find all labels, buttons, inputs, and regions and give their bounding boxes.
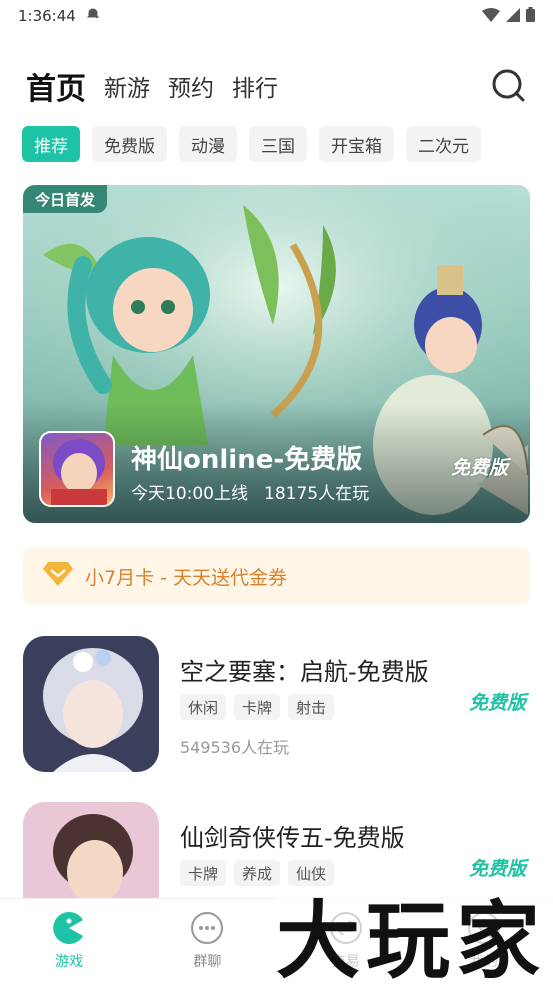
wifi-icon (482, 7, 500, 26)
game-tag: 养成 (234, 860, 281, 886)
svg-text:玩: 玩 (366, 892, 450, 984)
free-version-badge: 免费版 (468, 858, 526, 880)
chip-treasure-box[interactable]: 开宝箱 (319, 126, 394, 162)
game-tags: 休闲 卡牌 射击 (180, 694, 335, 720)
banner-subtitle: 今天10:00上线 18175人在玩 (131, 479, 369, 504)
free-version-badge: 免费版 (450, 457, 508, 479)
banner-launch-time: 今天10:00上线 (131, 484, 248, 504)
svg-text:大: 大 (276, 892, 360, 984)
bottom-nav-label: 游戏 (55, 954, 84, 970)
bottom-nav-games[interactable]: 游戏 (0, 899, 138, 984)
tab-rankings[interactable]: 排行 (232, 69, 278, 103)
game-tags: 卡牌 养成 仙侠 (180, 860, 335, 886)
search-icon[interactable] (491, 68, 527, 104)
game-tag: 卡牌 (180, 860, 227, 886)
tab-reservations[interactable]: 预约 (168, 69, 214, 103)
game-list-item[interactable]: 空之要塞：启航-免费版 休闲 卡牌 射击 549536人在玩 免费版 (23, 636, 530, 772)
chat-bubble-icon (191, 912, 224, 944)
promo-text: 小7月卡 - 天天送代金券 (85, 566, 288, 589)
chip-three-kingdoms[interactable]: 三国 (249, 126, 307, 162)
banner-title: 神仙online-免费版 (131, 445, 363, 475)
game-players: 549536人在玩 (180, 738, 290, 757)
notification-icon (86, 7, 100, 25)
game-tag: 射击 (288, 694, 335, 720)
diamond-icon (43, 562, 73, 590)
banner-game-icon (39, 431, 115, 507)
watermark-logo: 大 玩 家 (276, 888, 553, 984)
game-tag: 休闲 (180, 694, 227, 720)
top-nav: 首页 新游 预约 排行 (26, 62, 533, 110)
game-tag: 仙侠 (288, 860, 335, 886)
featured-banner[interactable]: 今日首发 神仙online-免费版 今天10:00上线 18175人在玩 免费版 (23, 185, 530, 523)
game-tag: 卡牌 (234, 694, 281, 720)
status-time: 1:36:44 (18, 7, 76, 25)
chip-anime[interactable]: 动漫 (179, 126, 237, 162)
chip-recommended[interactable]: 推荐 (22, 126, 80, 162)
chip-free[interactable]: 免费版 (92, 126, 167, 162)
banner-players: 18175人在玩 (264, 484, 370, 504)
status-bar: 1:36:44 (0, 0, 553, 32)
bottom-nav-group-chat[interactable]: 群聊 (138, 899, 276, 984)
tab-new-games[interactable]: 新游 (104, 69, 150, 103)
battery-icon (526, 6, 535, 26)
banner-tag: 今日首发 (23, 185, 108, 213)
chip-acg[interactable]: 二次元 (406, 126, 481, 162)
game-title: 空之要塞：启航-免费版 (180, 658, 429, 686)
svg-text:家: 家 (456, 892, 540, 984)
game-icon (23, 636, 159, 772)
pacman-icon (53, 912, 84, 944)
game-title: 仙剑奇侠传五-免费版 (180, 824, 405, 852)
signal-icon (506, 7, 520, 26)
tab-home[interactable]: 首页 (26, 64, 86, 108)
category-chips: 推荐 免费版 动漫 三国 开宝箱 二次元 (22, 126, 481, 162)
free-version-badge: 免费版 (468, 692, 526, 714)
bottom-nav-label: 群聊 (193, 954, 222, 970)
monthly-card-promo[interactable]: 小7月卡 - 天天送代金券 (23, 547, 530, 605)
